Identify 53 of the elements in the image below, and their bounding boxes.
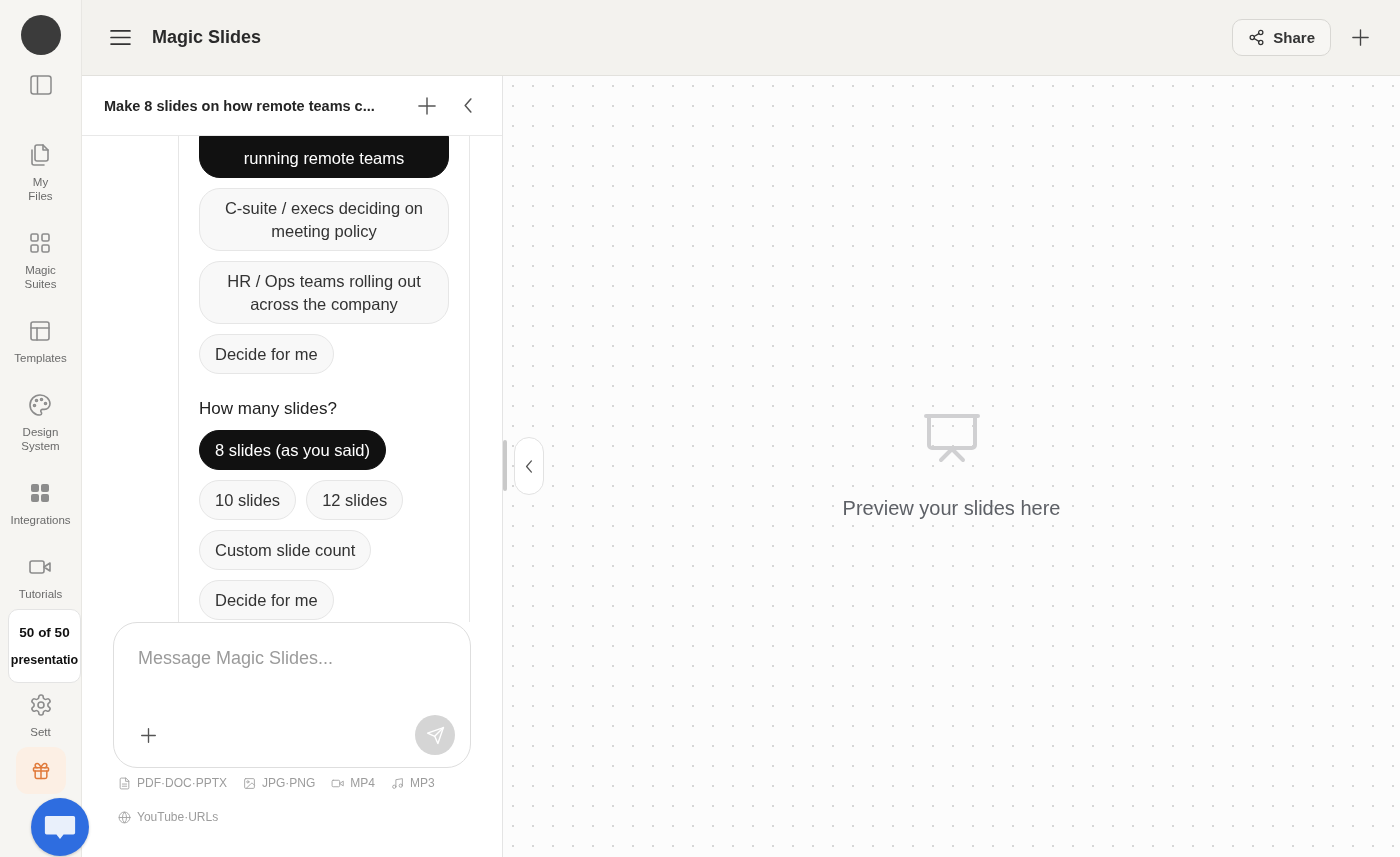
option-chip[interactable]: Decide for me <box>199 334 334 374</box>
format-label: YouTube·URLs <box>137 810 219 825</box>
gift-button[interactable] <box>15 747 66 794</box>
option-chip[interactable]: HR / Ops teams rolling out across the company <box>199 261 449 324</box>
sidebar-item[interactable]: Templates <box>14 319 67 365</box>
format-label: MP3 <box>410 776 435 791</box>
preview-message: Preview your slides here <box>842 496 1061 520</box>
credits-unit: presentatio <box>10 651 79 669</box>
music-note-icon <box>391 777 405 790</box>
gift-icon <box>30 760 51 781</box>
paper-plane-icon <box>425 725 445 745</box>
option-chip[interactable]: Decide for me <box>199 580 334 620</box>
sidebar-item[interactable]: Design System <box>21 393 60 453</box>
avatar-placeholder[interactable] <box>20 15 61 55</box>
option-chip[interactable]: Custom slide count <box>199 530 372 570</box>
palette-icon <box>28 393 53 417</box>
menu-icon[interactable] <box>110 29 131 46</box>
plus-icon[interactable] <box>418 96 436 115</box>
sidebar-item[interactable]: Integrations <box>10 481 71 527</box>
image-icon <box>243 777 256 790</box>
format-label: PDF·DOC·PPTX <box>137 776 227 791</box>
chevron-left-icon <box>525 459 533 473</box>
presentation-board-icon <box>923 413 980 463</box>
chat-title: Make 8 slides on how remote teams c... <box>104 97 375 114</box>
option-chip[interactable]: running remote teams <box>199 136 449 178</box>
layout-icon <box>28 319 53 343</box>
speech-bubble-icon <box>44 813 76 841</box>
app-title: Magic Slides <box>152 27 262 48</box>
option-chip[interactable]: C-suite / execs deciding on meeting policy <box>199 188 449 251</box>
document-icon <box>118 777 131 790</box>
option-chip[interactable]: 8 slides (as you said) <box>199 430 386 470</box>
sidebar-item[interactable]: My Files <box>28 143 53 203</box>
grid-icon <box>28 231 53 255</box>
message-input[interactable]: Message Magic Slides... <box>138 645 438 671</box>
share-icon <box>1248 29 1266 46</box>
resize-handle[interactable] <box>503 440 507 491</box>
plus-icon[interactable] <box>1352 29 1369 46</box>
chevron-left-icon[interactable] <box>463 98 473 113</box>
format-label: JPG·PNG <box>262 776 316 791</box>
sidebar-toggle-icon[interactable] <box>29 75 52 95</box>
option-chip[interactable]: 12 slides <box>306 480 404 520</box>
sidebar-item[interactable]: Tutorials <box>18 555 63 601</box>
credits-count: 50 of 50 <box>19 623 70 641</box>
video-camera-icon <box>331 777 345 790</box>
share-button[interactable]: Share <box>1232 19 1331 56</box>
sidebar-item[interactable]: Magic Suites <box>24 231 57 291</box>
settings-icon <box>28 693 53 717</box>
globe-icon <box>118 811 131 824</box>
plus-icon[interactable] <box>140 726 157 744</box>
settings-item[interactable]: Sett <box>28 693 53 739</box>
format-label: MP4 <box>350 776 376 791</box>
question-text: How many slides? <box>199 398 338 420</box>
option-chip[interactable]: 10 slides <box>199 480 297 520</box>
